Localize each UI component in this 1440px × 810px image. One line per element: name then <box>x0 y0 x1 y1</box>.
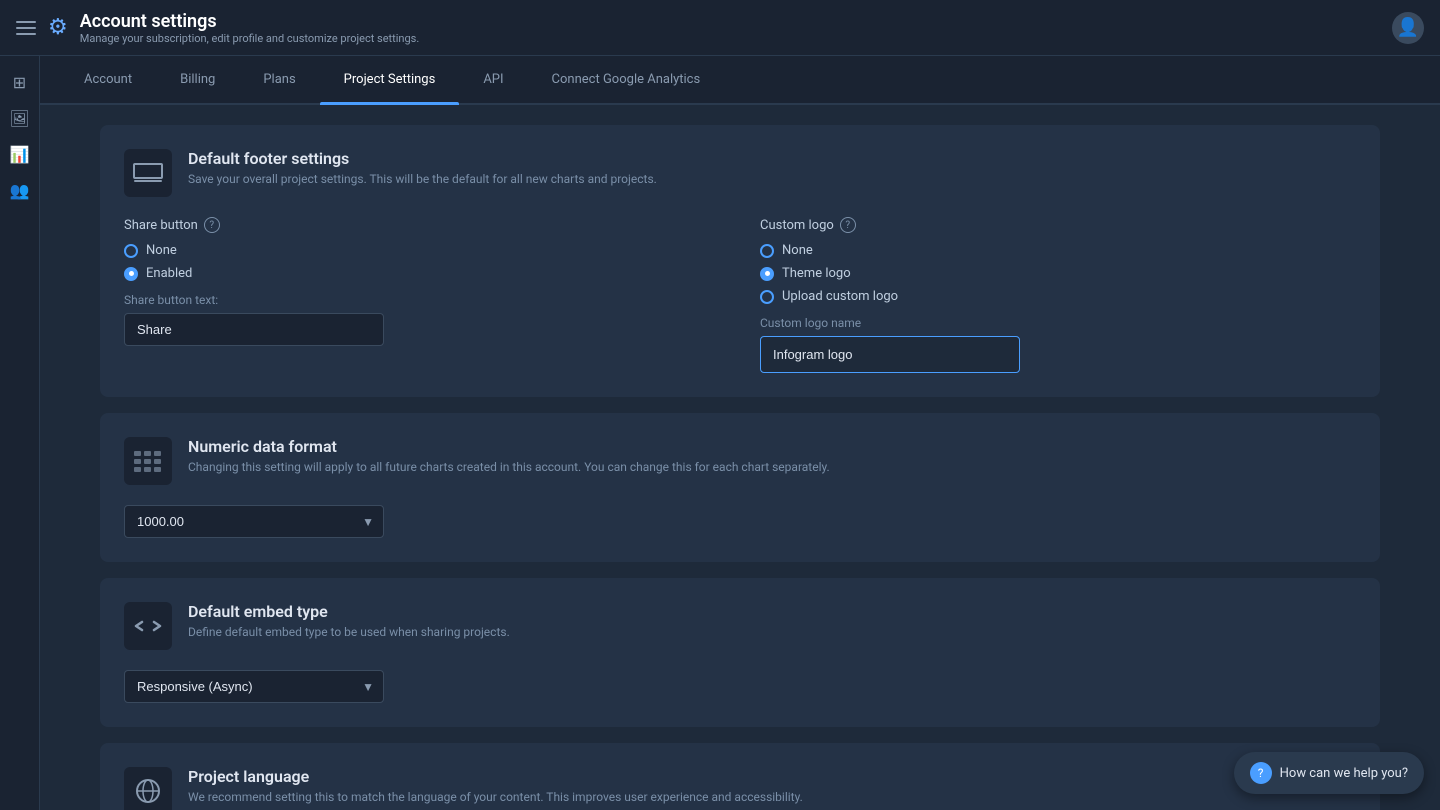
language-section-title: Project language <box>188 767 803 786</box>
custom-logo-label: Custom logo ? <box>760 217 1356 233</box>
tab-bar: Account Billing Plans Project Settings A… <box>40 56 1440 105</box>
embed-section-desc: Define default embed type to be used whe… <box>188 625 510 639</box>
language-icon <box>124 767 172 810</box>
language-section-desc: We recommend setting this to match the l… <box>188 790 803 804</box>
section-numeric: Numeric data format Changing this settin… <box>100 413 1380 562</box>
numeric-format-select[interactable]: 1000.00 1,000.00 1.000,00 1 000,00 <box>124 505 384 538</box>
share-button-radio-group: None Enabled <box>124 243 720 281</box>
logo-none-radio[interactable]: None <box>760 243 1356 258</box>
sidebar-icon-grid[interactable]: ⊞ <box>6 68 34 96</box>
sidebar-icon-image[interactable]: 🖼 <box>6 104 34 132</box>
tab-account[interactable]: Account <box>60 56 156 103</box>
footer-section-desc: Save your overall project settings. This… <box>188 172 657 186</box>
logo-theme-radio[interactable]: Theme logo <box>760 266 1356 281</box>
logo-name-sublabel: Custom logo name <box>760 316 1356 330</box>
logo-theme-label: Theme logo <box>782 266 851 281</box>
sidebar-icon-users[interactable]: 👥 <box>6 176 34 204</box>
main-content: Account Billing Plans Project Settings A… <box>40 56 1440 810</box>
share-text-sublabel: Share button text: <box>124 293 720 307</box>
footer-icon <box>124 149 172 197</box>
chat-widget-text: How can we help you? <box>1280 766 1408 781</box>
embed-type-select[interactable]: Responsive (Async) Fixed Width Responsiv… <box>124 670 384 703</box>
share-text-input[interactable] <box>124 313 384 346</box>
share-enabled-radio-input <box>124 267 138 281</box>
embed-icon <box>124 602 172 650</box>
chat-widget[interactable]: ? How can we help you? <box>1234 752 1424 794</box>
section-footer: Default footer settings Save your overal… <box>100 125 1380 397</box>
menu-icon[interactable] <box>16 18 36 38</box>
tab-google-analytics[interactable]: Connect Google Analytics <box>528 56 725 103</box>
settings-container: Default footer settings Save your overal… <box>40 105 1440 810</box>
share-button-label: Share button ? <box>124 217 720 233</box>
share-none-label: None <box>146 243 177 258</box>
tab-plans[interactable]: Plans <box>239 56 319 103</box>
tab-project-settings[interactable]: Project Settings <box>320 56 460 103</box>
logo-upload-radio-input <box>760 290 774 304</box>
user-icon: 👤 <box>1397 17 1419 38</box>
share-none-radio[interactable]: None <box>124 243 720 258</box>
avatar[interactable]: 👤 <box>1392 12 1424 44</box>
sidebar-icon-chart[interactable]: 📊 <box>6 140 34 168</box>
section-language: Project language We recommend setting th… <box>100 743 1380 810</box>
custom-logo-help-icon[interactable]: ? <box>840 217 856 233</box>
chat-widget-icon: ? <box>1250 762 1272 784</box>
custom-logo-radio-group: None Theme logo Upload custom logo <box>760 243 1356 304</box>
share-none-radio-input <box>124 244 138 258</box>
numeric-section-title: Numeric data format <box>188 437 830 456</box>
page-subtitle: Manage your subscription, edit profile a… <box>80 32 420 45</box>
share-enabled-radio[interactable]: Enabled <box>124 266 720 281</box>
settings-icon: ⚙ <box>48 15 68 40</box>
logo-none-label: None <box>782 243 813 258</box>
logo-upload-radio[interactable]: Upload custom logo <box>760 289 1356 304</box>
embed-type-select-wrapper: Responsive (Async) Fixed Width Responsiv… <box>124 670 384 703</box>
numeric-icon <box>124 437 172 485</box>
sidebar: ⊞ 🖼 📊 👥 <box>0 56 40 810</box>
page-title: Account settings <box>80 11 420 32</box>
tab-api[interactable]: API <box>459 56 527 103</box>
share-button-help-icon[interactable]: ? <box>204 217 220 233</box>
logo-upload-label: Upload custom logo <box>782 289 898 304</box>
numeric-format-select-wrapper: 1000.00 1,000.00 1.000,00 1 000,00 ▼ <box>124 505 384 538</box>
embed-section-title: Default embed type <box>188 602 510 621</box>
share-enabled-label: Enabled <box>146 266 192 281</box>
logo-theme-radio-input <box>760 267 774 281</box>
tab-billing[interactable]: Billing <box>156 56 239 103</box>
logo-name-input[interactable] <box>760 336 1020 373</box>
numeric-section-desc: Changing this setting will apply to all … <box>188 460 830 474</box>
topbar: ⚙ Account settings Manage your subscript… <box>0 0 1440 56</box>
section-embed: Default embed type Define default embed … <box>100 578 1380 727</box>
footer-section-title: Default footer settings <box>188 149 657 168</box>
logo-none-radio-input <box>760 244 774 258</box>
